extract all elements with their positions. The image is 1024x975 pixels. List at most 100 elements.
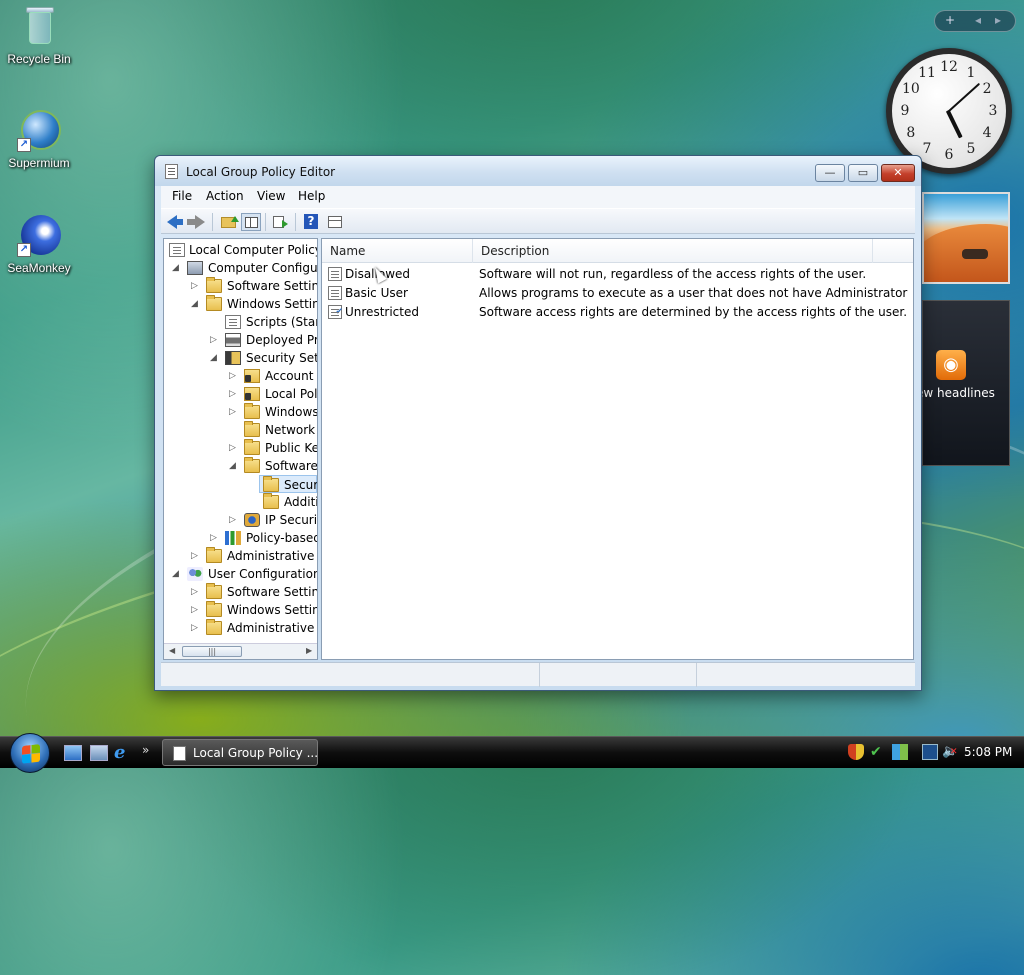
- feed-headlines-label[interactable]: ew headlines: [916, 386, 1016, 400]
- supermium-icon: ↗: [17, 108, 61, 152]
- collapse-arrow-icon[interactable]: ◢: [228, 457, 237, 475]
- details-list[interactable]: Name Description Disallowed Software wil…: [321, 238, 914, 660]
- collapse-arrow-icon[interactable]: ◢: [209, 349, 218, 367]
- tree-item-label: Windows: [265, 405, 318, 419]
- security-settings-icon: [225, 351, 241, 365]
- clock-number: 3: [988, 103, 998, 119]
- scroll-left-icon[interactable]: ◀: [169, 646, 175, 655]
- security-level-icon: [328, 286, 342, 300]
- security-check-icon[interactable]: ✔: [870, 744, 886, 760]
- ip-security-icon: [244, 513, 260, 527]
- tree-item-label: IP Security: [265, 513, 318, 527]
- expand-arrow-icon[interactable]: ▷: [209, 529, 218, 547]
- expand-arrow-icon[interactable]: ▷: [228, 367, 237, 385]
- expand-arrow-icon[interactable]: ▷: [190, 601, 199, 619]
- scroll-right-icon[interactable]: ▶: [306, 646, 312, 655]
- security-shield-icon[interactable]: [848, 744, 864, 760]
- title-bar[interactable]: Local Group Policy Editor — ▭ ✕: [155, 156, 921, 186]
- taskbar-button-group-policy-editor[interactable]: Local Group Policy ...: [162, 739, 318, 766]
- expand-arrow-icon[interactable]: ▷: [190, 547, 199, 565]
- minimize-button[interactable]: —: [815, 164, 845, 182]
- up-folder-icon[interactable]: [219, 213, 239, 231]
- tree-item-label: Software Settings: [227, 585, 318, 599]
- tree-item-label: Securi: [284, 478, 318, 492]
- previous-page-button[interactable]: ◂: [975, 13, 981, 27]
- expand-arrow-icon[interactable]: ▷: [190, 583, 199, 601]
- default-security-level-icon: [328, 303, 343, 322]
- add-gadget-button[interactable]: +: [945, 13, 955, 27]
- internet-explorer-icon[interactable]: e: [114, 744, 132, 762]
- tree-item-security-levels[interactable]: Securi: [259, 475, 317, 493]
- folder-icon: [244, 439, 260, 455]
- menu-file[interactable]: File: [172, 189, 192, 203]
- slideshow-gadget[interactable]: [922, 192, 1010, 284]
- group-policy-editor-window: Local Group Policy Editor — ▭ ✕ File Act…: [154, 155, 922, 691]
- scrollbar-thumb[interactable]: |||: [182, 646, 242, 657]
- desktop-icon-label: SeaMonkey: [7, 261, 71, 275]
- folder-icon: [206, 295, 222, 311]
- expand-arrow-icon[interactable]: ▷: [190, 277, 199, 295]
- tree-horizontal-scrollbar[interactable]: ◀ ||| ▶: [164, 643, 317, 659]
- extended-view-icon[interactable]: [325, 213, 345, 231]
- rss-icon: ◉: [936, 350, 966, 380]
- taskbar-button-label: Local Group Policy ...: [193, 746, 319, 760]
- folder-icon: [244, 457, 260, 473]
- folder-icon: [206, 277, 222, 293]
- quicklaunch-more-button[interactable]: »: [142, 743, 160, 759]
- seamonkey-icon: ↗: [17, 213, 61, 257]
- help-icon[interactable]: ?: [301, 213, 321, 231]
- close-button[interactable]: ✕: [881, 164, 915, 182]
- expand-arrow-icon[interactable]: ▷: [190, 619, 199, 637]
- recycle-bin-icon: [17, 4, 61, 48]
- collapse-arrow-icon[interactable]: ◢: [171, 259, 180, 277]
- taskbar-clock[interactable]: 5:08 PM: [964, 745, 1012, 759]
- desktop-icon-seamonkey[interactable]: ↗ SeaMonkey: [4, 213, 74, 275]
- menu-action[interactable]: Action: [206, 189, 244, 203]
- clock-number: 7: [922, 141, 932, 158]
- expand-arrow-icon[interactable]: ▷: [228, 403, 237, 421]
- tree-item-label: Administrative Te: [227, 621, 317, 635]
- list-row-disallowed[interactable]: Disallowed Software will not run, regard…: [322, 265, 913, 284]
- desktop-icon-supermium[interactable]: ↗ Supermium: [4, 108, 74, 170]
- clock-number: 5: [966, 141, 976, 158]
- list-row-unrestricted[interactable]: Unrestricted Software access rights are …: [322, 303, 913, 322]
- windows-update-icon[interactable]: [892, 744, 908, 760]
- tree-item-label: Scripts (Startu: [246, 315, 317, 329]
- export-list-icon[interactable]: [271, 213, 291, 231]
- tree-item-label: Administrative Te: [227, 549, 317, 563]
- back-arrow-icon[interactable]: [165, 213, 185, 231]
- list-row-basic-user[interactable]: Basic User Allows programs to execute as…: [322, 284, 913, 303]
- volume-muted-icon[interactable]: 🔈: [942, 744, 958, 760]
- feed-headlines-gadget[interactable]: [922, 300, 1010, 466]
- collapse-arrow-icon[interactable]: ◢: [171, 565, 180, 583]
- network-icon[interactable]: [922, 744, 938, 760]
- column-header-name[interactable]: Name: [322, 239, 473, 263]
- clock-number: 8: [906, 125, 916, 141]
- column-header-description[interactable]: Description: [473, 239, 873, 263]
- maximize-button[interactable]: ▭: [848, 164, 878, 182]
- next-page-button[interactable]: ▸: [995, 13, 1001, 27]
- tree-item-label: Windows Setting: [227, 297, 318, 311]
- folder-icon: [244, 403, 260, 419]
- clock-number: 9: [900, 103, 910, 119]
- tree-item-label: Deployed Prir: [246, 333, 318, 347]
- window-title: Local Group Policy Editor: [186, 165, 336, 179]
- menu-view[interactable]: View: [257, 189, 285, 203]
- expand-arrow-icon[interactable]: ▷: [228, 511, 237, 529]
- menu-help[interactable]: Help: [298, 189, 325, 203]
- show-desktop-icon[interactable]: [64, 745, 82, 761]
- desktop-icon-recycle-bin[interactable]: Recycle Bin: [4, 4, 74, 66]
- list-item-name: Basic User: [345, 286, 408, 300]
- switch-windows-icon[interactable]: [90, 745, 108, 761]
- show-hide-tree-icon[interactable]: [241, 213, 261, 231]
- clock-number: 6: [944, 147, 954, 163]
- start-button[interactable]: [10, 733, 50, 773]
- expand-arrow-icon[interactable]: ▷: [228, 385, 237, 403]
- tree-pane[interactable]: Local Computer Policy ◢ Computer Configu…: [163, 238, 318, 660]
- expand-arrow-icon[interactable]: ▷: [228, 439, 237, 457]
- taskbar: e » Local Group Policy ... ✔ 🔈 5:08 PM: [0, 733, 1024, 773]
- collapse-arrow-icon[interactable]: ◢: [190, 295, 199, 313]
- forward-arrow-icon[interactable]: [187, 213, 207, 231]
- expand-arrow-icon[interactable]: ▷: [209, 331, 218, 349]
- tree-item-label: Public Key: [265, 441, 317, 455]
